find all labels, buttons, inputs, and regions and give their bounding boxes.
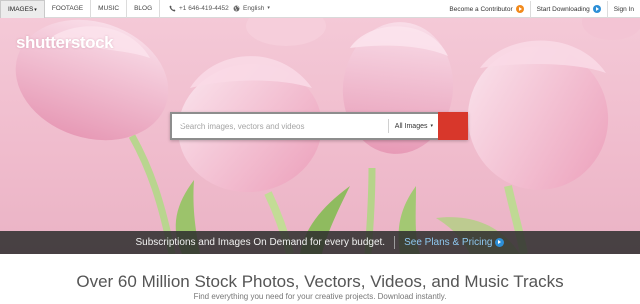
search-icon xyxy=(172,114,185,127)
phone-number-text: +1 646-419-4452 xyxy=(179,5,229,12)
hero-banner: shutterstock All Images ▾ xyxy=(0,18,640,254)
language-selector[interactable]: English ▾ xyxy=(233,0,270,17)
chevron-down-icon: ▾ xyxy=(34,7,37,13)
search-button[interactable] xyxy=(172,112,468,140)
arrow-circle-blue-icon xyxy=(495,238,505,247)
search-input[interactable] xyxy=(172,114,388,138)
become-contributor-link[interactable]: Become a Contributor xyxy=(443,1,529,18)
tab-blog[interactable]: BLOG xyxy=(127,0,161,18)
pricing-promo-strip: Subscriptions and Images On Demand for e… xyxy=(0,231,640,254)
phone-icon xyxy=(169,5,176,12)
search-bar: All Images ▾ xyxy=(170,112,468,140)
search-scope-dropdown[interactable]: All Images ▾ xyxy=(387,119,438,133)
become-contributor-label: Become a Contributor xyxy=(449,5,513,13)
tab-footage[interactable]: FOOTAGE xyxy=(45,0,92,18)
promo-divider xyxy=(394,236,396,249)
shutterstock-logo[interactable]: shutterstock xyxy=(16,33,114,53)
tab-music-label: MUSIC xyxy=(98,5,120,12)
sign-in-label: Sign In xyxy=(613,5,634,13)
sign-in-link[interactable]: Sign In xyxy=(606,0,640,18)
start-downloading-link[interactable]: Start Downloading xyxy=(529,0,607,18)
media-type-tabs: IMAGES▾ FOOTAGE MUSIC BLOG xyxy=(0,0,161,18)
phone-number: +1 646-419-4452 xyxy=(169,0,229,17)
language-label: English xyxy=(243,5,265,12)
page-headline: Over 60 Million Stock Photos, Vectors, V… xyxy=(76,272,564,291)
arrow-circle-blue-icon xyxy=(592,5,601,13)
account-links: Become a Contributor Start Downloading S… xyxy=(443,0,640,18)
search-scope-label: All Images xyxy=(394,122,428,130)
see-plans-pricing-link[interactable]: See Plans & Pricing xyxy=(404,237,505,248)
start-downloading-label: Start Downloading xyxy=(536,5,590,13)
tab-images[interactable]: IMAGES▾ xyxy=(0,0,45,18)
promo-text: Subscriptions and Images On Demand for e… xyxy=(135,237,386,248)
chevron-down-icon: ▾ xyxy=(430,123,433,129)
globe-icon xyxy=(233,5,240,12)
see-plans-pricing-label: See Plans & Pricing xyxy=(404,237,493,248)
page-subheadline: Find everything you need for your creati… xyxy=(193,292,447,301)
tab-blog-label: BLOG xyxy=(134,5,153,12)
chevron-down-icon: ▾ xyxy=(267,5,270,11)
top-bar: IMAGES▾ FOOTAGE MUSIC BLOG +1 646-419-44… xyxy=(0,0,640,18)
tab-images-label: IMAGES xyxy=(8,6,34,13)
tab-music[interactable]: MUSIC xyxy=(91,0,128,18)
arrow-circle-orange-icon xyxy=(515,5,524,13)
tab-footage-label: FOOTAGE xyxy=(51,5,84,12)
